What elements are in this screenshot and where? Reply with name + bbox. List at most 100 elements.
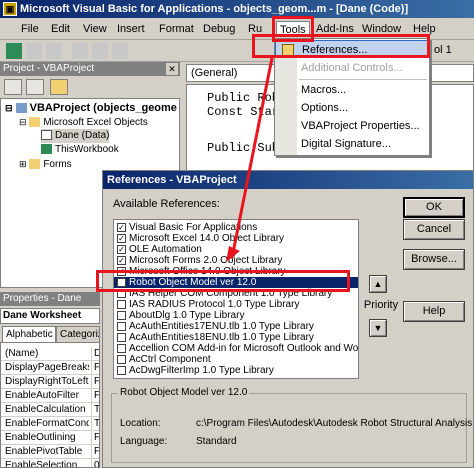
collapse-icon[interactable]: ⊟ bbox=[5, 103, 13, 113]
view-code-icon[interactable] bbox=[4, 79, 22, 95]
reference-item[interactable]: AcCtrl Component bbox=[114, 354, 358, 365]
reference-checkbox[interactable] bbox=[117, 311, 126, 320]
properties-tabs: Alphabetic Categoriz bbox=[0, 326, 100, 342]
tree-item-thisworkbook[interactable]: ThisWorkbook bbox=[41, 143, 119, 157]
tree-item-excel-objects[interactable]: ⊟ Microsoft Excel Objects bbox=[19, 115, 148, 129]
window-title-bar[interactable]: ▣ Microsoft Visual Basic for Application… bbox=[0, 0, 474, 18]
priority-down-button[interactable]: ▼ bbox=[369, 319, 387, 337]
property-row[interactable]: (Name)Da bbox=[1, 347, 99, 361]
reference-item[interactable]: IAS RADIUS Protocol 1.0 Type Library bbox=[114, 299, 358, 310]
save-icon[interactable] bbox=[46, 43, 62, 59]
language-value: Standard bbox=[196, 436, 237, 447]
reference-item[interactable]: ✓ Microsoft Forms 2.0 Object Library bbox=[114, 255, 358, 266]
tab-alphabetic[interactable]: Alphabetic bbox=[2, 326, 56, 342]
reference-checkbox[interactable]: ✓ bbox=[117, 234, 126, 243]
reference-label: Accellion COM Add-in for Microsoft Outlo… bbox=[129, 343, 359, 354]
reference-details-title: Robot Object Model ver 12.0 bbox=[118, 387, 250, 398]
menu-view[interactable]: View bbox=[80, 21, 110, 37]
menu-separator bbox=[299, 79, 427, 80]
available-references-label: Available References: bbox=[113, 198, 220, 210]
menu-file[interactable]: File bbox=[18, 21, 42, 37]
reference-checkbox[interactable] bbox=[117, 322, 126, 331]
properties-object-select[interactable]: Dane Worksheet bbox=[0, 308, 100, 324]
reference-details-group: Robot Object Model ver 12.0 Location: c:… bbox=[111, 387, 472, 463]
property-row[interactable]: EnableSelection0 - bbox=[1, 459, 99, 467]
help-button[interactable]: Help bbox=[403, 301, 465, 322]
collapse-icon[interactable]: ⊟ bbox=[19, 117, 27, 127]
toggle-folders-icon[interactable] bbox=[50, 79, 68, 95]
reference-label: AcCtrl Component bbox=[129, 354, 211, 365]
reference-label: AcAuthEntities18ENU.tlb 1.0 Type Library bbox=[129, 332, 314, 343]
worksheet-icon bbox=[41, 130, 52, 141]
property-row[interactable]: EnableAutoFilterFa bbox=[1, 389, 99, 403]
reference-item[interactable]: AcAuthEntities17ENU.tlb 1.0 Type Library bbox=[114, 321, 358, 332]
property-row[interactable]: EnableFormatConditTr bbox=[1, 417, 99, 431]
menu-debug[interactable]: Debug bbox=[200, 21, 238, 37]
highlight-references-item bbox=[252, 34, 430, 58]
property-row[interactable]: DisplayPageBreaksFa bbox=[1, 361, 99, 375]
property-row[interactable]: EnablePivotTableFa bbox=[1, 445, 99, 459]
property-row[interactable]: EnableCalculationTr bbox=[1, 403, 99, 417]
view-object-icon[interactable] bbox=[26, 79, 44, 95]
project-icon bbox=[15, 103, 27, 114]
references-dialog-title[interactable]: References - VBAProject bbox=[103, 171, 473, 189]
reference-item[interactable]: Accellion COM Add-in for Microsoft Outlo… bbox=[114, 343, 359, 354]
arrow-down-icon: ▼ bbox=[373, 323, 383, 333]
references-dialog: References - VBAProject Available Refere… bbox=[102, 170, 474, 468]
tab-categorized[interactable]: Categoriz bbox=[56, 326, 100, 342]
tree-item-vbaproject[interactable]: ⊟ VBAProject (objects_geome bbox=[5, 101, 177, 115]
reference-checkbox[interactable] bbox=[117, 300, 126, 309]
vba-app-icon: ▣ bbox=[3, 2, 17, 16]
view-excel-icon[interactable] bbox=[6, 43, 22, 59]
reference-checkbox[interactable] bbox=[117, 366, 126, 375]
reference-checkbox[interactable] bbox=[117, 344, 126, 353]
property-row[interactable]: DisplayRightToLeftFa bbox=[1, 375, 99, 389]
reference-checkbox[interactable] bbox=[117, 333, 126, 342]
menu-item-digital-signature[interactable]: Digital Signature... bbox=[275, 135, 429, 153]
tree-item-forms[interactable]: ⊞ Forms bbox=[19, 157, 72, 171]
cancel-button[interactable]: Cancel bbox=[403, 219, 465, 240]
menu-format[interactable]: Format bbox=[156, 21, 197, 37]
reference-item[interactable]: ✓ OLE Automation bbox=[114, 244, 358, 255]
close-icon[interactable]: ✕ bbox=[166, 63, 178, 75]
code-line: Const Star bbox=[207, 105, 280, 119]
reference-item[interactable]: ✓ Visual Basic For Applications bbox=[114, 222, 358, 233]
expand-icon[interactable]: ⊞ bbox=[19, 159, 27, 169]
code-line: Public Sub bbox=[207, 141, 280, 155]
tree-item-dane[interactable]: Dane (Data) bbox=[41, 129, 110, 143]
reference-label: OLE Automation bbox=[129, 244, 202, 255]
references-list[interactable]: ✓ Visual Basic For Applications ✓ Microsoft… bbox=[113, 219, 359, 379]
reference-checkbox[interactable]: ✓ bbox=[117, 223, 126, 232]
reference-item[interactable]: AboutDlg 1.0 Type Library bbox=[114, 310, 358, 321]
copy-icon[interactable] bbox=[92, 43, 108, 59]
menu-insert[interactable]: Insert bbox=[114, 21, 148, 37]
menu-item-options[interactable]: Options... bbox=[275, 99, 429, 117]
highlight-robot-reference bbox=[96, 270, 350, 292]
reference-label: AcDwgFilterImp 1.0 Type Library bbox=[129, 365, 274, 376]
window-title: Microsoft Visual Basic for Applications … bbox=[20, 3, 409, 15]
reference-item[interactable]: AcAuthEntities18ENU.tlb 1.0 Type Library bbox=[114, 332, 358, 343]
workbook-icon bbox=[41, 144, 52, 155]
folder-icon bbox=[29, 117, 41, 128]
reference-item[interactable]: ✓ Microsoft Excel 14.0 Object Library bbox=[114, 233, 358, 244]
priority-up-button[interactable]: ▲ bbox=[369, 275, 387, 293]
menu-edit[interactable]: Edit bbox=[48, 21, 73, 37]
reference-label: Visual Basic For Applications bbox=[129, 222, 258, 233]
language-label: Language: bbox=[120, 436, 168, 447]
reference-item[interactable]: AcDwgFilterImp 1.0 Type Library bbox=[114, 365, 358, 376]
reference-checkbox[interactable]: ✓ bbox=[117, 256, 126, 265]
menu-item-project-properties[interactable]: VBAProject Properties... bbox=[275, 117, 429, 135]
toolbar-position-text: ol 1 bbox=[434, 44, 452, 56]
reference-label: Microsoft Forms 2.0 Object Library bbox=[129, 255, 283, 266]
browse-button[interactable]: Browse... bbox=[403, 249, 465, 270]
properties-grid: (Name)Da DisplayPageBreaksFa DisplayRigh… bbox=[0, 342, 100, 468]
menu-item-macros[interactable]: Macros... bbox=[275, 81, 429, 99]
menu-item-additional-controls[interactable]: Additional Controls... bbox=[275, 59, 429, 77]
insert-module-icon[interactable] bbox=[26, 43, 42, 59]
property-row[interactable]: EnableOutliningFa bbox=[1, 431, 99, 445]
reference-checkbox[interactable] bbox=[117, 355, 126, 364]
ok-button[interactable]: OK bbox=[403, 197, 465, 218]
reference-checkbox[interactable]: ✓ bbox=[117, 245, 126, 254]
cut-icon[interactable] bbox=[72, 43, 88, 59]
paste-icon[interactable] bbox=[112, 43, 128, 59]
